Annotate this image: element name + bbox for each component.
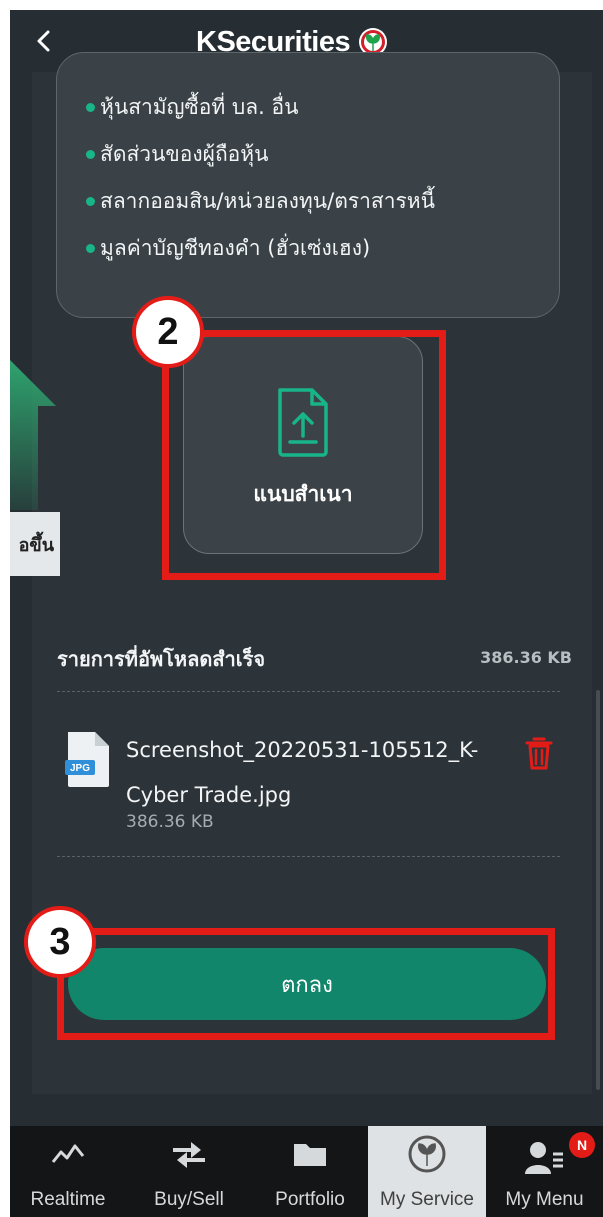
tab-label: My Service <box>380 1189 474 1210</box>
bottom-nav: Realtime Buy/Sell Portfolio My Service N… <box>10 1126 603 1217</box>
bullet-icon <box>86 150 95 159</box>
notification-badge: N <box>569 1132 595 1158</box>
list-item: สลากออมสิน/หน่วยลงทุน/ตราสารหนี้ <box>86 178 435 225</box>
folder-icon <box>294 1144 326 1166</box>
step-badge-3: 3 <box>24 906 96 978</box>
tab-my-service[interactable]: My Service <box>368 1126 486 1217</box>
tab-my-menu[interactable]: N My Menu <box>486 1126 603 1217</box>
kbank-leaf-icon <box>408 1135 446 1173</box>
app-screen: KSecurities หุ้นสามัญซื้อที่ บล. อื่น สั… <box>10 10 603 1217</box>
tab-label: My Menu <box>505 1189 584 1210</box>
bullet-icon <box>86 244 95 253</box>
list-item: หุ้นสามัญซื้อที่ บล. อื่น <box>86 84 435 131</box>
bullet-icon <box>86 197 95 206</box>
highlight-box-step2 <box>162 330 446 580</box>
swap-arrows-icon <box>173 1142 205 1168</box>
divider <box>57 691 560 692</box>
step-badge-2: 2 <box>132 296 204 368</box>
uploaded-list-title: รายการที่อัพโหลดสำเร็จ <box>57 647 266 671</box>
tab-label: Buy/Sell <box>154 1189 224 1210</box>
file-name: Screenshot_20220531-105512_K- Cyber Trad… <box>126 728 526 818</box>
list-item: มูลค่าบัญชีทองคำ (ฮั่วเซ่งเฮง) <box>86 225 435 272</box>
divider <box>57 856 560 857</box>
trash-icon[interactable] <box>524 735 554 771</box>
svg-text:JPG: JPG <box>70 763 90 774</box>
info-list: หุ้นสามัญซื้อที่ บล. อื่น สัดส่วนของผู้ถ… <box>86 84 435 272</box>
chevron-left-icon[interactable] <box>28 24 58 58</box>
tab-buy-sell[interactable]: Buy/Sell <box>126 1126 252 1217</box>
jpg-file-icon: JPG <box>65 732 109 787</box>
swipe-up-hint: อขึ้น <box>10 512 60 576</box>
tab-label: Portfolio <box>275 1189 345 1210</box>
chart-line-icon <box>51 1144 85 1163</box>
arrow-up-icon <box>10 360 56 510</box>
tab-realtime[interactable]: Realtime <box>10 1126 126 1217</box>
file-name-line1: Screenshot_20220531-105512_K- <box>126 738 479 762</box>
user-menu-icon <box>524 1142 563 1174</box>
scrollbar[interactable] <box>596 690 600 1090</box>
list-item: สัดส่วนของผู้ถือหุ้น <box>86 131 435 178</box>
file-size: 386.36 KB <box>126 812 214 832</box>
bullet-icon <box>86 103 95 112</box>
tab-label: Realtime <box>30 1189 106 1210</box>
highlight-box-step3 <box>57 928 555 1040</box>
uploaded-total-size: 386.36 KB <box>480 648 572 667</box>
tab-portfolio[interactable]: Portfolio <box>252 1126 368 1217</box>
